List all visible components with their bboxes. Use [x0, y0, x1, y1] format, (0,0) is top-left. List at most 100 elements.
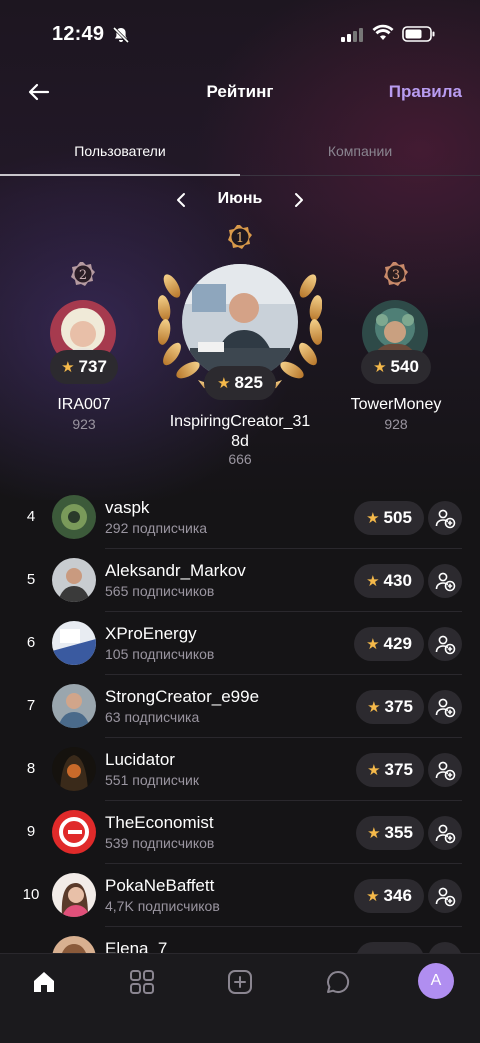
grid-icon[interactable] — [128, 968, 156, 996]
profile-avatar[interactable]: A — [418, 963, 454, 999]
add-user-icon — [435, 635, 456, 655]
plus-square-icon[interactable] — [226, 968, 254, 996]
avatar[interactable] — [52, 873, 96, 917]
stars-badge: ★ 429 — [354, 627, 424, 661]
second-place-medal-icon: 2 — [71, 262, 95, 286]
second-place-number: 2 — [79, 268, 87, 283]
subscriber-count: 4,7K подписчиков — [105, 898, 220, 914]
list-item[interactable]: 7 StrongCreator_e99e 63 подписчика ★ 375 — [0, 675, 480, 738]
stars-badge: ★ 346 — [354, 879, 424, 913]
chat-icon[interactable] — [324, 968, 352, 996]
tab-users[interactable]: Пользователи — [0, 143, 240, 159]
first-place-name-line-2: 8d — [231, 433, 249, 450]
user-name[interactable]: Aleksandr_Markov — [105, 561, 246, 581]
subscriber-count: 63 подписчика — [105, 709, 200, 725]
follow-button[interactable] — [428, 753, 462, 787]
rank-number: 6 — [26, 634, 36, 651]
avatar[interactable] — [52, 621, 96, 665]
bottom-navigation: A — [0, 953, 480, 1043]
subscriber-count: 292 подписчика — [105, 520, 208, 536]
chevron-right-icon[interactable] — [290, 190, 308, 210]
wifi-icon — [372, 24, 394, 40]
list-item[interactable]: 6 XProEnergy 105 подписчиков ★ 429 — [0, 612, 480, 675]
follow-button[interactable] — [428, 564, 462, 598]
subscriber-count: 565 подписчиков — [105, 583, 215, 599]
subscriber-count: 551 подписчик — [105, 772, 199, 788]
follow-button[interactable] — [428, 501, 462, 535]
month-label: Июнь — [217, 190, 263, 207]
follow-button[interactable] — [428, 690, 462, 724]
avatar-first-place[interactable] — [182, 264, 298, 380]
add-user-icon — [435, 887, 456, 907]
stars-badge: ★ 375 — [356, 690, 424, 724]
user-name[interactable]: TheEconomist — [105, 813, 214, 833]
star-icon: ★ — [367, 762, 381, 779]
star-icon: ★ — [217, 375, 231, 392]
user-name[interactable]: vaspk — [105, 498, 149, 518]
first-place-name-line-1: InspiringCreator_31 — [169, 413, 311, 430]
star-icon: ★ — [367, 825, 381, 842]
star-icon: ★ — [366, 636, 380, 653]
list-item[interactable]: 4 vaspk 292 подписчика ★ 505 — [0, 486, 480, 549]
first-place-name[interactable]: InspiringCreator_31 8d — [150, 412, 330, 452]
rank-number: 9 — [26, 823, 36, 840]
rank-number: 4 — [26, 508, 36, 525]
signal-icon — [341, 28, 363, 42]
rules-link[interactable]: Правила — [389, 82, 462, 102]
star-icon: ★ — [366, 510, 380, 527]
user-name[interactable]: StrongCreator_e99e — [105, 687, 259, 707]
list-item[interactable]: 9 TheEconomist 539 подписчиков ★ 355 — [0, 801, 480, 864]
user-name[interactable]: XProEnergy — [105, 624, 197, 644]
third-place-number: 3 — [392, 268, 400, 283]
third-place-name[interactable]: TowerMoney — [332, 396, 460, 414]
star-icon: ★ — [366, 573, 380, 590]
third-place-medal-icon: 3 — [384, 262, 408, 286]
user-name[interactable]: PokaNeBaffett — [105, 876, 214, 896]
list-item[interactable]: 10 PokaNeBaffett 4,7K подписчиков ★ 346 — [0, 864, 480, 927]
stars-badge: ★ 505 — [354, 501, 424, 535]
second-place-count: 923 — [72, 416, 96, 432]
rank-number: 10 — [22, 886, 40, 903]
list-item[interactable]: 5 Aleksandr_Markov 565 подписчиков ★ 430 — [0, 549, 480, 612]
rank-number: 7 — [26, 697, 36, 714]
stars-badge: ★ 430 — [354, 564, 424, 598]
add-user-icon — [435, 698, 456, 718]
stars-badge: ★ 355 — [356, 816, 424, 850]
month-selector: Июнь — [0, 188, 480, 212]
tab-companies[interactable]: Компании — [240, 143, 480, 159]
follow-button[interactable] — [428, 627, 462, 661]
follow-button[interactable] — [428, 816, 462, 850]
star-icon: ★ — [61, 359, 75, 376]
rank-number: 8 — [26, 760, 36, 777]
subscriber-count: 105 подписчиков — [105, 646, 215, 662]
status-bar: 12:49 — [0, 0, 480, 70]
star-icon: ★ — [366, 888, 380, 905]
star-icon: ★ — [373, 359, 387, 376]
app-header: Рейтинг Правила — [0, 70, 480, 114]
tab-divider — [240, 175, 480, 176]
avatar[interactable] — [52, 810, 96, 854]
rank-number: 5 — [26, 571, 36, 588]
second-place-name[interactable]: IRA007 — [20, 396, 148, 414]
avatar[interactable] — [52, 747, 96, 791]
avatar[interactable] — [52, 558, 96, 602]
avatar[interactable] — [52, 684, 96, 728]
home-icon[interactable] — [30, 968, 58, 996]
bell-off-icon — [112, 26, 130, 44]
first-place-count: 666 — [228, 451, 252, 467]
avatar[interactable] — [52, 495, 96, 539]
follow-button[interactable] — [428, 879, 462, 913]
star-icon: ★ — [367, 699, 381, 716]
first-place-number: 1 — [236, 231, 244, 246]
add-user-icon — [435, 761, 456, 781]
first-place-stars: ★ 825 — [204, 366, 276, 400]
status-time: 12:49 — [52, 23, 105, 45]
battery-icon — [402, 26, 435, 42]
third-place-stars: ★ 540 — [361, 350, 431, 384]
first-place-medal-icon: 1 — [228, 225, 252, 249]
add-user-icon — [435, 572, 456, 592]
active-tab-underline — [0, 174, 240, 176]
list-item[interactable]: 8 Lucidator 551 подписчик ★ 375 — [0, 738, 480, 801]
add-user-icon — [435, 509, 456, 529]
user-name[interactable]: Lucidator — [105, 750, 175, 770]
